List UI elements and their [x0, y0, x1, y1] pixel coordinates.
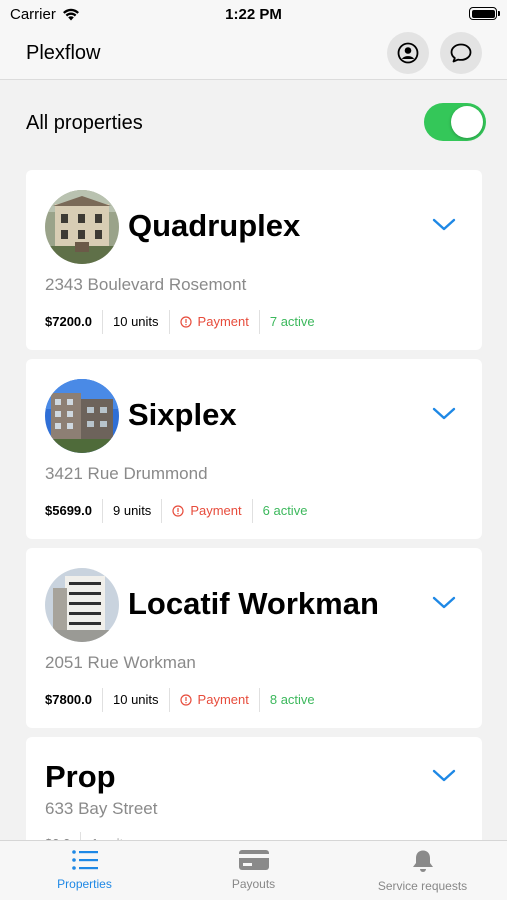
status-bar: Carrier 1:22 PM: [0, 0, 507, 28]
property-units: 9 units: [102, 499, 161, 523]
property-address: 3421 Rue Drummond: [45, 464, 208, 483]
chevron-down-icon[interactable]: [432, 596, 456, 610]
active-count: 8 active: [258, 688, 325, 712]
property-photo: [45, 190, 119, 264]
all-properties-toggle[interactable]: [424, 103, 486, 141]
property-photo: [45, 379, 119, 453]
alert-icon: [179, 316, 192, 328]
profile-icon: [397, 42, 419, 64]
payment-status: Payment: [168, 310, 259, 334]
bell-icon: [412, 850, 433, 872]
property-name: Sixplex: [128, 397, 237, 432]
tab-properties[interactable]: Properties: [0, 841, 169, 900]
profile-button[interactable]: [387, 32, 429, 74]
alert-icon: [172, 505, 184, 517]
active-count: 6 active: [251, 499, 318, 523]
property-meta: $5699.0 9 units Payment 6 active: [45, 499, 317, 523]
property-address: 2051 Rue Workman: [45, 653, 196, 672]
property-card[interactable]: Locatif Workman 2051 Rue Workman $7800.0…: [26, 548, 482, 728]
alert-icon: [179, 694, 192, 706]
active-count: 7 active: [258, 310, 325, 334]
tab-service-requests[interactable]: Service requests: [338, 841, 507, 900]
battery-icon: [469, 7, 500, 20]
property-price: $7200.0: [45, 314, 92, 329]
card-icon: [238, 850, 269, 870]
payment-status: Payment: [161, 499, 251, 523]
property-address: 633 Bay Street: [45, 799, 158, 818]
property-name: Prop: [45, 759, 116, 794]
property-name: Quadruplex: [128, 208, 301, 243]
list-icon: [71, 850, 98, 870]
filter-row: All properties: [26, 100, 486, 146]
property-photo: [45, 568, 119, 642]
status-time: 1:22 PM: [225, 6, 282, 23]
property-card[interactable]: Sixplex 3421 Rue Drummond $5699.0 9 unit…: [26, 359, 482, 539]
property-meta: $7800.0 10 units Payment 8 active: [45, 688, 325, 712]
chevron-down-icon[interactable]: [432, 407, 456, 421]
chevron-down-icon[interactable]: [432, 769, 456, 783]
payment-status: Payment: [168, 688, 259, 712]
property-units: 10 units: [102, 688, 169, 712]
nav-bar: Plexflow: [0, 28, 507, 80]
payment-label: Payment: [197, 692, 249, 707]
property-price: $7800.0: [45, 692, 92, 707]
property-list: Quadruplex 2343 Boulevard Rosemont $7200…: [26, 170, 482, 900]
property-address: 2343 Boulevard Rosemont: [45, 275, 247, 294]
all-properties-label: All properties: [26, 112, 143, 134]
chevron-down-icon[interactable]: [432, 218, 456, 232]
payment-label: Payment: [190, 503, 242, 518]
toggle-knob: [451, 106, 483, 138]
payment-label: Payment: [197, 314, 249, 329]
tab-payouts[interactable]: Payouts: [169, 841, 338, 900]
property-price: $5699.0: [45, 503, 92, 518]
app-title: Plexflow: [26, 42, 101, 64]
tab-bar: Properties Payouts Service requests: [0, 840, 507, 900]
property-units: 10 units: [102, 310, 169, 334]
property-meta: $7200.0 10 units Payment 7 active: [45, 310, 325, 334]
tab-label: Payouts: [231, 877, 276, 891]
property-name: Locatif Workman: [128, 586, 379, 621]
chat-bubble-icon: [450, 43, 472, 63]
property-card[interactable]: Quadruplex 2343 Boulevard Rosemont $7200…: [26, 170, 482, 350]
chat-button[interactable]: [440, 32, 482, 74]
tab-label: Service requests: [377, 879, 468, 893]
tab-label: Properties: [57, 877, 112, 891]
